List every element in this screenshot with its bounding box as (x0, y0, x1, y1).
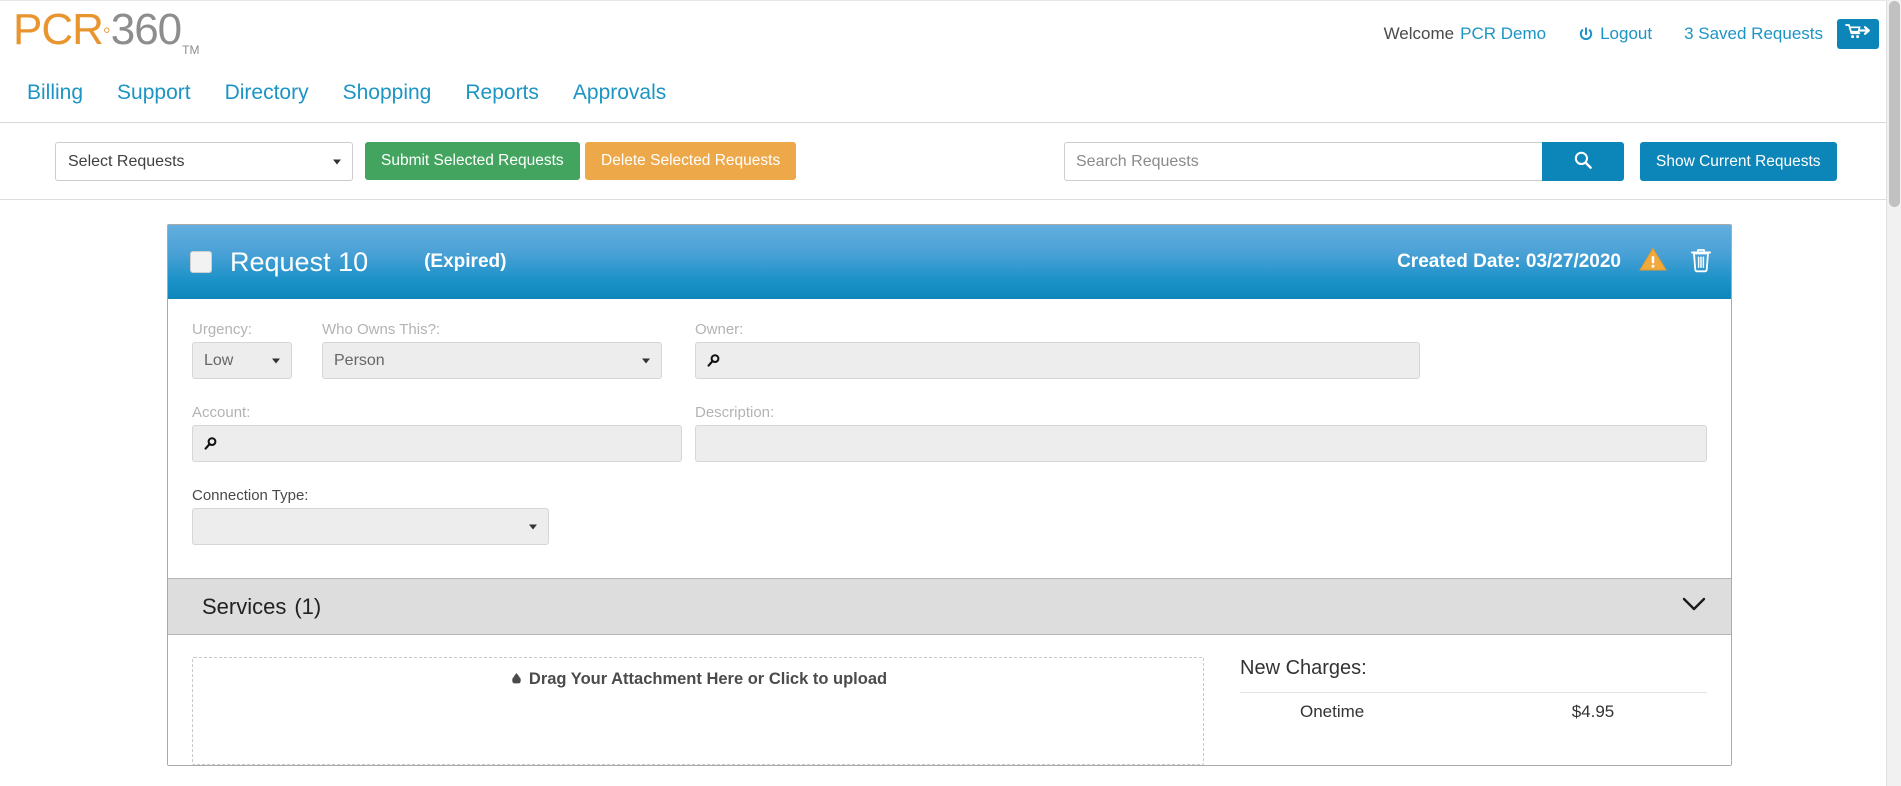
new-charges-panel: New Charges: Onetime $4.95 (1240, 657, 1707, 765)
logout-label: Logout (1600, 24, 1652, 44)
delete-selected-requests-button[interactable]: Delete Selected Requests (585, 142, 796, 180)
services-count: (1) (294, 594, 321, 619)
services-title: Services (1) (202, 594, 321, 620)
upload-icon (509, 672, 524, 691)
current-user-name[interactable]: PCR Demo (1460, 24, 1546, 44)
owner-label: Owner: (695, 321, 1420, 338)
chevron-down-icon (272, 358, 280, 363)
nav-item-reports[interactable]: Reports (448, 78, 556, 108)
request-form: Urgency: Low Who Owns This?: Person Owne… (168, 299, 1731, 579)
description-label: Description: (695, 404, 1707, 421)
who-owns-dropdown[interactable]: Person (322, 342, 662, 379)
connection-type-dropdown[interactable] (192, 508, 549, 545)
nav-item-support[interactable]: Support (100, 78, 208, 108)
field-owner: Owner: (695, 321, 1420, 379)
logo-pcr-text: PCR (13, 5, 103, 54)
nav-item-shopping[interactable]: Shopping (326, 78, 449, 108)
owner-lookup-input[interactable] (695, 342, 1420, 379)
delete-request-icon[interactable] (1689, 247, 1713, 278)
connection-type-label: Connection Type: (192, 487, 549, 504)
request-header-actions: Created Date: 03/27/2020 (1397, 247, 1713, 278)
requests-toolbar: Select Requests Submit Selected Requests… (0, 123, 1901, 200)
who-owns-value: Person (334, 352, 385, 370)
charge-type: Onetime (1240, 693, 1564, 732)
cart-arrow-right-icon (1845, 23, 1871, 45)
request-select-checkbox[interactable] (190, 251, 212, 273)
attachment-text: Drag Your Attachment Here or Click to up… (529, 670, 887, 688)
chevron-down-icon (642, 358, 650, 363)
page-body: Request 10 (Expired) Created Date: 03/27… (0, 200, 1901, 786)
new-charges-table: Onetime $4.95 (1240, 692, 1707, 731)
table-row: Onetime $4.95 (1240, 693, 1707, 732)
main-navigation: Billing Support Directory Shopping Repor… (0, 78, 1901, 123)
urgency-value: Low (204, 352, 233, 370)
attachment-dropzone[interactable]: Drag Your Attachment Here or Click to up… (192, 657, 1204, 765)
logo-360-text: 360 (111, 5, 181, 54)
request-status-badge: (Expired) (424, 251, 506, 273)
nav-item-approvals[interactable]: Approvals (556, 78, 683, 108)
top-header: PCR◦360TM Welcome PCR Demo Logout 3 Save… (0, 0, 1901, 78)
field-account: Account: (192, 404, 682, 462)
urgency-label: Urgency: (192, 321, 292, 338)
field-connection-type: Connection Type: (192, 487, 549, 545)
account-label: Account: (192, 404, 682, 421)
page-scrollbar-thumb[interactable] (1889, 1, 1900, 207)
search-icon (1573, 150, 1593, 173)
chevron-down-icon (333, 159, 341, 164)
saved-requests-link[interactable]: 3 Saved Requests (1684, 24, 1823, 44)
request-card-header[interactable]: Request 10 (Expired) Created Date: 03/27… (168, 225, 1731, 299)
pcr360-logo: PCR◦360TM (13, 8, 198, 52)
field-who-owns-this: Who Owns This?: Person (322, 321, 662, 379)
logo-dot-icon: ◦ (103, 17, 111, 42)
urgency-dropdown[interactable]: Low (192, 342, 292, 379)
account-lookup-input[interactable] (192, 425, 682, 462)
description-input[interactable] (695, 425, 1707, 462)
submit-selected-requests-button[interactable]: Submit Selected Requests (365, 142, 580, 180)
logo-trademark: TM (182, 43, 199, 57)
services-section-header[interactable]: Services (1) (168, 579, 1731, 635)
header-actions: Welcome PCR Demo Logout 3 Saved Requests (1384, 19, 1879, 49)
chevron-down-icon[interactable] (1681, 595, 1707, 618)
select-requests-label: Select Requests (68, 153, 185, 170)
cart-button[interactable] (1837, 19, 1879, 49)
magnifier-icon (204, 437, 217, 450)
search-submit-button[interactable] (1542, 142, 1624, 181)
charge-amount: $4.95 (1564, 693, 1707, 732)
nav-item-directory[interactable]: Directory (208, 78, 326, 108)
request-card: Request 10 (Expired) Created Date: 03/27… (167, 224, 1732, 766)
field-urgency: Urgency: Low (192, 321, 292, 379)
chevron-down-icon (529, 524, 537, 529)
search-requests-input[interactable] (1064, 142, 1542, 181)
page-vertical-scrollbar[interactable] (1886, 0, 1901, 786)
request-title: Request 10 (230, 247, 368, 278)
attachments-and-charges: Drag Your Attachment Here or Click to up… (168, 635, 1731, 765)
request-created-date: Created Date: 03/27/2020 (1397, 251, 1621, 273)
show-current-requests-button[interactable]: Show Current Requests (1640, 142, 1837, 181)
services-label: Services (202, 594, 286, 619)
who-owns-label: Who Owns This?: (322, 321, 662, 338)
new-charges-title: New Charges: (1240, 657, 1707, 680)
attachment-dropzone-label: Drag Your Attachment Here or Click to up… (193, 670, 1203, 691)
select-requests-dropdown[interactable]: Select Requests (55, 142, 353, 181)
logout-button[interactable]: Logout (1578, 24, 1652, 44)
welcome-label: Welcome (1384, 24, 1455, 44)
warning-triangle-icon[interactable] (1639, 247, 1667, 277)
nav-item-billing[interactable]: Billing (10, 78, 100, 108)
magnifier-icon (707, 354, 720, 367)
field-description: Description: (695, 404, 1707, 462)
search-group (1064, 142, 1624, 181)
power-icon (1578, 27, 1594, 43)
